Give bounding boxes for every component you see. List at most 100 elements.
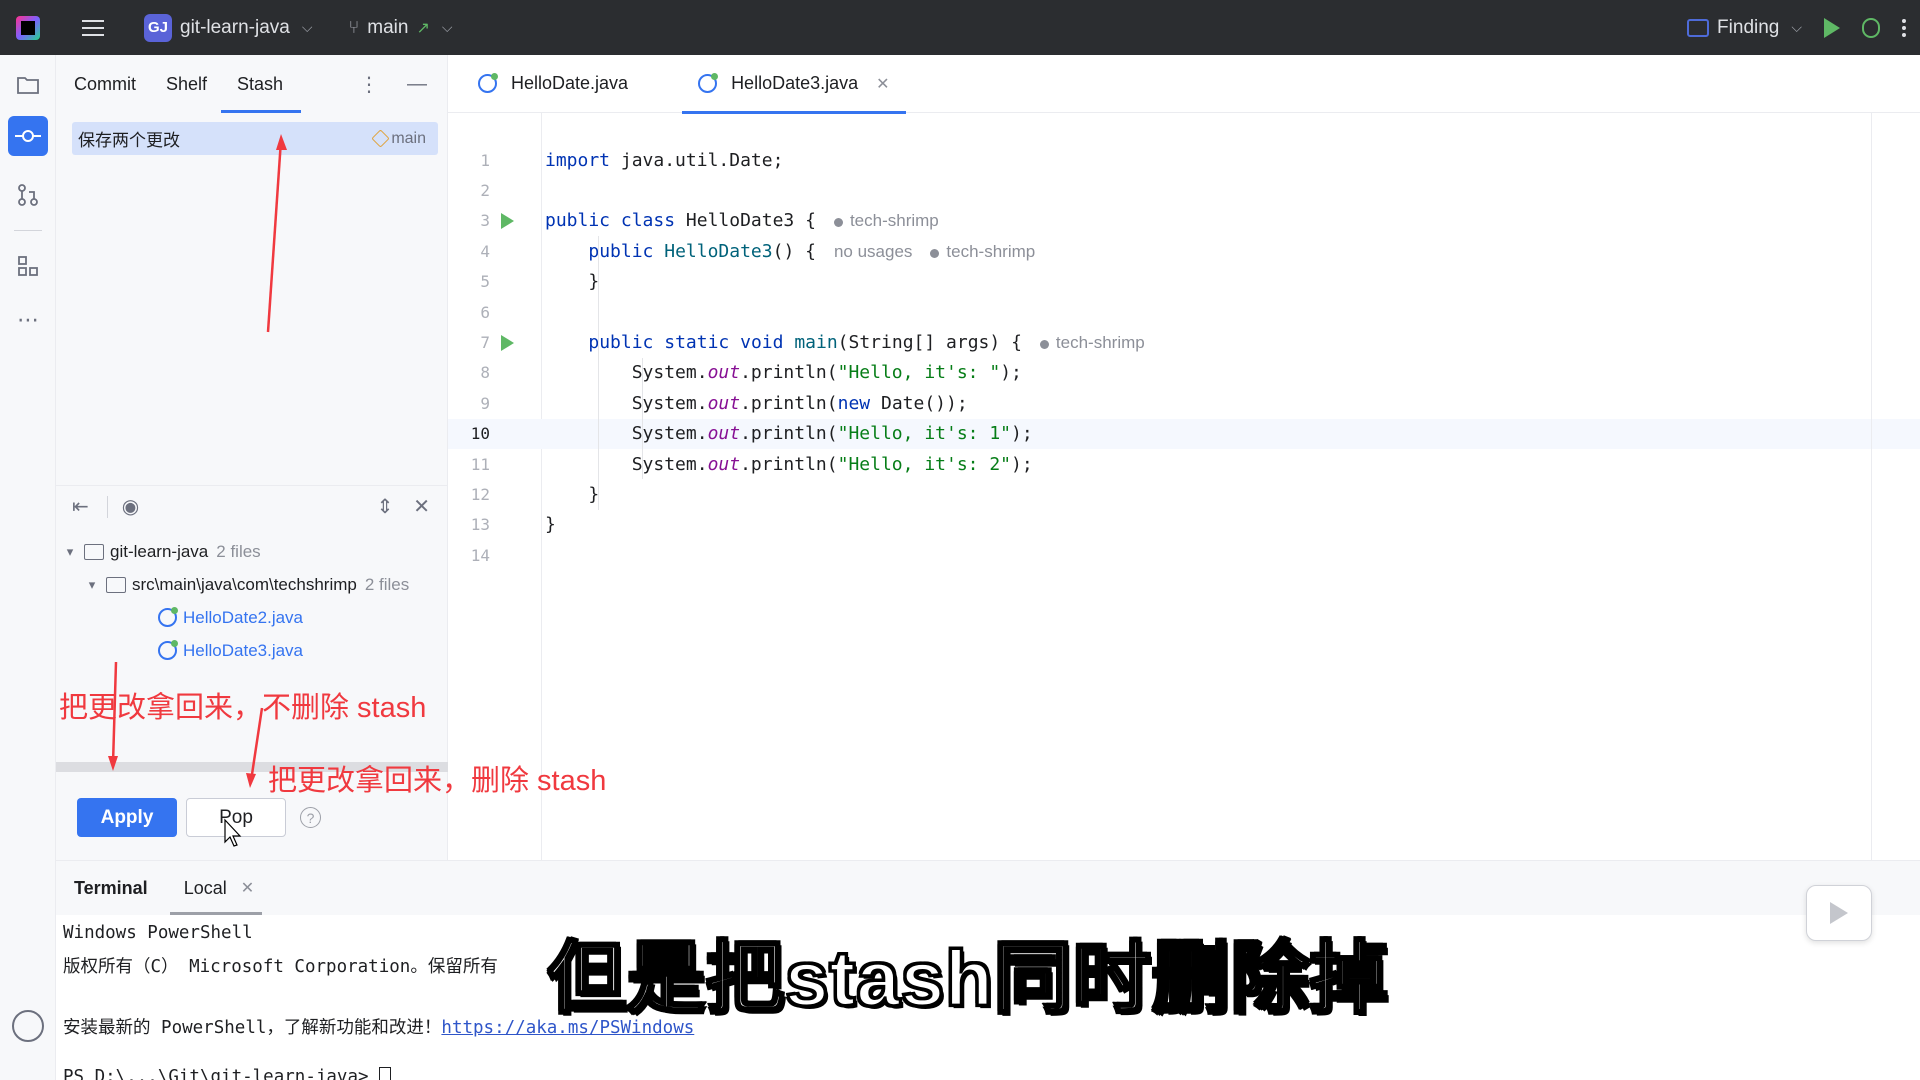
apply-button[interactable]: Apply [77, 798, 177, 837]
code-line[interactable]: 1 import java.util.Date; [448, 145, 1920, 175]
code-line[interactable]: 5 } [448, 267, 1920, 297]
stash-message: 保存两个更改 [78, 131, 180, 150]
code-text: public HelloDate3() {no usages tech-shrim… [588, 240, 1036, 262]
line-number: 10 [470, 424, 490, 444]
tree-file-item[interactable]: HelloDate3.java [56, 634, 448, 667]
code-line[interactable]: 7 public static void main(String[] args)… [448, 327, 1920, 357]
tree-node-folder[interactable]: ▾ src\main\java\com\techshrimp 2 files [56, 568, 448, 601]
commit-tabs: Commit Shelf Stash ⋮ — [56, 55, 447, 113]
run-config-label: Finding [1717, 16, 1780, 38]
code-text: } [545, 271, 600, 293]
project-badge: GJ [144, 13, 172, 42]
code-line[interactable]: 10 System.out.println("Hello, it's: 1"); [448, 418, 1920, 449]
line-number: 11 [470, 454, 490, 474]
terminal-prompt[interactable]: PS D:\...\Git\git-learn-java> [63, 1067, 392, 1080]
terminal-cursor [379, 1067, 392, 1080]
chevron-down-icon[interactable]: ▾ [82, 577, 102, 593]
line-number: 1 [480, 150, 490, 170]
video-play-button[interactable] [1806, 885, 1872, 941]
line-number: 12 [470, 485, 490, 505]
java-class-icon [478, 73, 498, 93]
close-tab-icon[interactable]: ✕ [241, 878, 254, 898]
outgoing-arrow-icon: ↗ [416, 19, 430, 37]
more-tools-icon[interactable]: ⋯ [8, 300, 48, 340]
editor-tab-label: HelloDate3.java [731, 73, 859, 93]
file-label: HelloDate2.java [183, 607, 304, 627]
editor-tab-active[interactable]: HelloDate3.java ✕ [682, 55, 907, 114]
code-text: } [545, 514, 556, 536]
run-config-icon [1687, 18, 1710, 37]
branch-selector[interactable]: ⑂ main ↗ ⌵ [348, 17, 452, 39]
pop-button[interactable]: Pop [186, 798, 286, 837]
run-gutter-icon[interactable] [501, 212, 514, 229]
divider [14, 230, 42, 231]
code-line[interactable]: 2 [448, 175, 1920, 205]
editor-tab[interactable]: HelloDate.java [462, 55, 644, 113]
java-class-icon [158, 607, 178, 627]
commit-icon[interactable] [8, 116, 48, 156]
run-config-selector[interactable]: Finding ⌵ [1687, 17, 1802, 39]
tree-file-item[interactable]: HelloDate2.java [56, 601, 448, 634]
hamburger-menu-icon[interactable] [82, 19, 104, 36]
compare-icon[interactable]: ⇤ [72, 494, 89, 519]
code-line[interactable]: 14 [448, 540, 1920, 570]
file-label: HelloDate3.java [183, 640, 304, 660]
terminal-line: 版权所有（C） Microsoft Corporation。保留所有 [63, 957, 498, 977]
structure-icon[interactable] [8, 246, 48, 286]
line-number: 5 [480, 272, 490, 292]
code-text: System.out.println(new Date()); [545, 392, 968, 414]
close-tab-icon[interactable]: ✕ [876, 74, 889, 94]
help-icon[interactable]: ? [300, 807, 321, 828]
indent-guide [642, 357, 643, 480]
tab-local[interactable]: Local ✕ [169, 861, 268, 915]
collapse-all-icon[interactable]: ✕ [413, 494, 430, 519]
terminal-tabs: Terminal Local ✕ [56, 861, 1920, 915]
tab-stash[interactable]: Stash [221, 55, 302, 113]
minimize-icon[interactable]: — [407, 73, 427, 96]
tool-window-strip: ⋯ [0, 55, 56, 1080]
tab-commit[interactable]: Commit [74, 55, 136, 113]
tab-shelf[interactable]: Shelf [166, 55, 207, 113]
expand-all-icon[interactable]: ⇕ [376, 494, 393, 519]
line-number: 4 [480, 241, 490, 261]
terminal-title: Terminal [74, 877, 148, 898]
title-bar: GJ git-learn-java ⌵ ⑂ main ↗ ⌵ Finding ⌵ [0, 0, 1920, 55]
terminal-line: Windows PowerShell [63, 923, 253, 943]
folder-count: 2 files [364, 574, 410, 594]
eye-icon[interactable]: ◉ [122, 494, 139, 519]
code-line[interactable]: 11 System.out.println("Hello, it's: 2"); [448, 449, 1920, 479]
code-editor: HelloDate.java HelloDate3.java ✕ 1 import… [448, 55, 1920, 860]
stash-list-item[interactable]: 保存两个更改 main [72, 122, 438, 155]
indent-guide [598, 236, 599, 510]
line-number: 7 [480, 333, 490, 353]
stash-changes-tree: ▾ git-learn-java 2 files ▾ src\main\java… [56, 535, 448, 667]
pull-requests-icon[interactable] [8, 175, 48, 215]
editor-tab-label: HelloDate.java [511, 73, 629, 93]
debug-icon[interactable] [1862, 17, 1880, 38]
folder-label: src\main\java\com\techshrimp [132, 574, 357, 594]
project-folder-icon[interactable] [8, 65, 48, 105]
commit-tool-window: Commit Shelf Stash ⋮ — 保存两个更改 main ⇤ ◉ ⇕… [56, 55, 448, 860]
chevron-down-icon[interactable]: ▾ [60, 544, 80, 560]
more-options-icon[interactable]: ⋮ [359, 72, 379, 97]
code-line[interactable]: 4 public HelloDate3() {no usages tech-shr… [448, 236, 1920, 266]
tree-node-root[interactable]: ▾ git-learn-java 2 files [56, 535, 448, 568]
code-line[interactable]: 9 System.out.println(new Date()); [448, 388, 1920, 418]
run-gutter-icon[interactable] [501, 334, 514, 351]
project-name: git-learn-java [180, 16, 290, 38]
folder-icon [106, 576, 126, 593]
services-icon[interactable] [12, 1010, 44, 1042]
code-text: public static void main(String[] args) {… [588, 332, 1145, 354]
run-icon[interactable] [1824, 17, 1840, 38]
editor-tabs: HelloDate.java HelloDate3.java ✕ [448, 55, 1920, 114]
more-options-icon[interactable] [1902, 18, 1906, 37]
code-line[interactable]: 6 [448, 297, 1920, 327]
code-line[interactable]: 8 System.out.println("Hello, it's: "); [448, 358, 1920, 388]
code-line[interactable]: 12 } [448, 479, 1920, 509]
intellij-logo-icon[interactable] [16, 15, 40, 40]
code-line[interactable]: 3 public class HelloDate3 {tech-shrimp [448, 206, 1920, 236]
project-selector[interactable]: GJ git-learn-java ⌵ [144, 13, 312, 42]
code-text: System.out.println("Hello, it's: 1"); [545, 423, 1033, 445]
prompt-text: PS D:\...\Git\git-learn-java> [63, 1067, 380, 1080]
code-line[interactable]: 13} [448, 510, 1920, 540]
